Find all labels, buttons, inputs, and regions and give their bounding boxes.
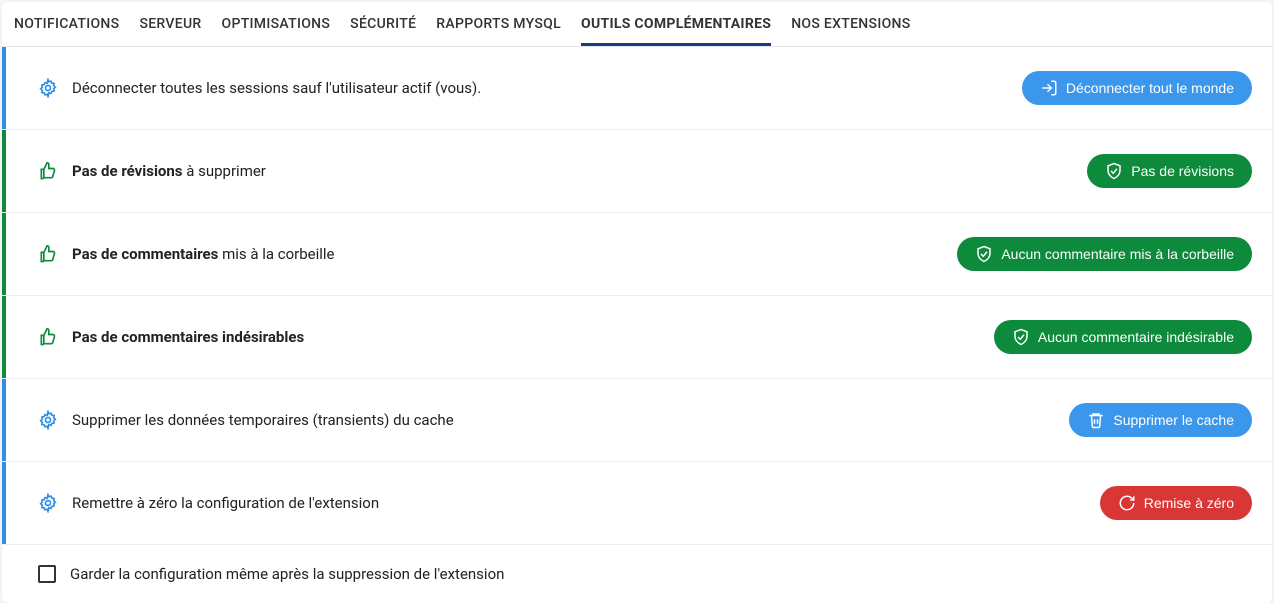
action-button[interactable]: Remise à zéro xyxy=(1100,486,1252,520)
button-label: Aucun commentaire indésirable xyxy=(1038,329,1234,345)
tool-row: Déconnecter toutes les sessions sauf l'u… xyxy=(2,47,1272,130)
tool-row: Remettre à zéro la configuration de l'ex… xyxy=(2,462,1272,545)
gear-icon xyxy=(38,410,58,430)
row-text: Pas de révisions à supprimer xyxy=(72,162,266,180)
thumbs-up-icon xyxy=(38,161,58,181)
row-left: Pas de révisions à supprimer xyxy=(38,161,266,181)
row-text-rest: mis à la corbeille xyxy=(218,245,334,263)
action-button[interactable]: Supprimer le cache xyxy=(1069,403,1252,437)
button-label: Remise à zéro xyxy=(1144,495,1234,511)
row-text-bold: Pas de révisions xyxy=(72,162,183,180)
refresh-icon xyxy=(1118,494,1136,512)
rows-container: Déconnecter toutes les sessions sauf l'u… xyxy=(2,47,1272,545)
button-label: Pas de révisions xyxy=(1131,163,1234,179)
keep-config-label: Garder la configuration même après la su… xyxy=(70,565,504,583)
button-label: Aucun commentaire mis à la corbeille xyxy=(1001,246,1234,262)
row-left: Pas de commentaires mis à la corbeille xyxy=(38,244,335,264)
row-text: Supprimer les données temporaires (trans… xyxy=(72,411,454,429)
action-button[interactable]: Déconnecter tout le monde xyxy=(1022,71,1252,105)
tab-rapports-mysql[interactable]: RAPPORTS MYSQL xyxy=(436,2,561,46)
tab-outils-compl-mentaires[interactable]: OUTILS COMPLÉMENTAIRES xyxy=(581,2,771,46)
logout-icon xyxy=(1040,79,1058,97)
tool-row: Pas de commentaires indésirables Aucun co… xyxy=(2,296,1272,379)
row-text-rest: Déconnecter toutes les sessions sauf l'u… xyxy=(72,79,481,97)
row-left: Pas de commentaires indésirables xyxy=(38,327,304,347)
row-text: Remettre à zéro la configuration de l'ex… xyxy=(72,494,379,512)
shield-icon xyxy=(1105,162,1123,180)
tab-s-curit-[interactable]: SÉCURITÉ xyxy=(350,2,416,46)
footer-row: Garder la configuration même après la su… xyxy=(2,545,1272,603)
row-left: Remettre à zéro la configuration de l'ex… xyxy=(38,493,379,513)
trash-icon xyxy=(1087,411,1105,429)
tool-row: Pas de commentaires mis à la corbeille Au… xyxy=(2,213,1272,296)
row-text: Pas de commentaires mis à la corbeille xyxy=(72,245,335,263)
action-button[interactable]: Aucun commentaire mis à la corbeille xyxy=(957,237,1252,271)
row-text-bold: Pas de commentaires indésirables xyxy=(72,328,304,346)
row-text: Déconnecter toutes les sessions sauf l'u… xyxy=(72,79,481,97)
row-left: Supprimer les données temporaires (trans… xyxy=(38,410,454,430)
action-button[interactable]: Pas de révisions xyxy=(1087,154,1252,188)
thumbs-up-icon xyxy=(38,244,58,264)
button-label: Déconnecter tout le monde xyxy=(1066,80,1234,96)
tab-optimisations[interactable]: OPTIMISATIONS xyxy=(222,2,331,46)
row-text-bold: Pas de commentaires xyxy=(72,245,218,263)
settings-panel: NOTIFICATIONS SERVEUR OPTIMISATIONS SÉCURIT… xyxy=(2,2,1272,603)
tab-nos-extensions[interactable]: NOS EXTENSIONS xyxy=(791,2,910,46)
gear-icon xyxy=(38,493,58,513)
button-label: Supprimer le cache xyxy=(1113,412,1234,428)
gear-icon xyxy=(38,78,58,98)
keep-config-checkbox[interactable] xyxy=(38,565,56,583)
tool-row: Pas de révisions à supprimerPas de révis… xyxy=(2,130,1272,213)
row-text-rest: Remettre à zéro la configuration de l'ex… xyxy=(72,494,379,512)
row-text-rest: Supprimer les données temporaires (trans… xyxy=(72,411,454,429)
shield-icon xyxy=(975,245,993,263)
row-text: Pas de commentaires indésirables xyxy=(72,328,304,346)
action-button[interactable]: Aucun commentaire indésirable xyxy=(994,320,1252,354)
shield-icon xyxy=(1012,328,1030,346)
tab-serveur[interactable]: SERVEUR xyxy=(139,2,201,46)
tab-bar: NOTIFICATIONS SERVEUR OPTIMISATIONS SÉCURIT… xyxy=(2,2,1272,47)
thumbs-up-icon xyxy=(38,327,58,347)
tool-row: Supprimer les données temporaires (trans… xyxy=(2,379,1272,462)
tab-notifications[interactable]: NOTIFICATIONS xyxy=(14,2,119,46)
row-text-rest: à supprimer xyxy=(183,162,266,180)
row-left: Déconnecter toutes les sessions sauf l'u… xyxy=(38,78,481,98)
